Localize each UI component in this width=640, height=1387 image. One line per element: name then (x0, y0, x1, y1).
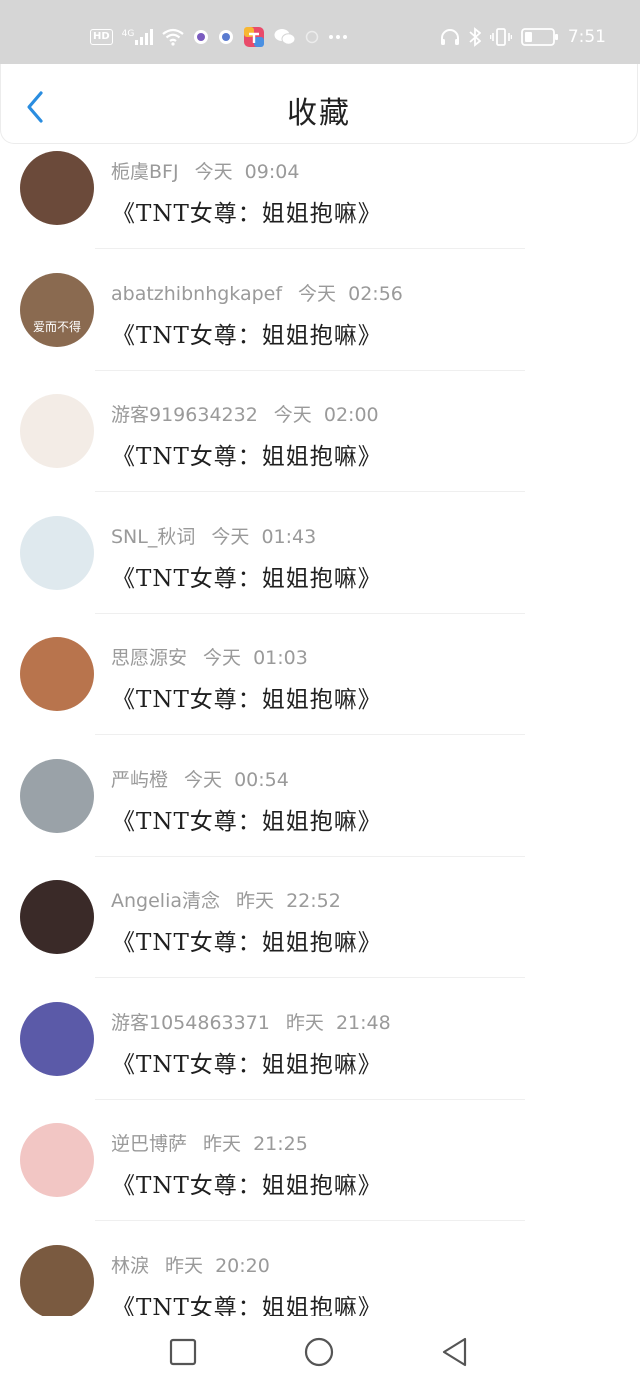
avatar[interactable] (20, 1244, 94, 1316)
item-meta: 逆巴博萨 昨天 21:25 (111, 1129, 308, 1156)
wifi-icon (162, 28, 185, 46)
username[interactable]: 逆巴博萨 (111, 1133, 187, 1155)
page-title: 收藏 (287, 96, 351, 131)
home-icon (304, 1337, 334, 1367)
username[interactable]: 严屿橙 (111, 769, 168, 791)
list-item[interactable]: 林淚 昨天 20:20 《TNT女尊：姐姐抱嘛》 (0, 1238, 640, 1317)
recent-apps-icon (169, 1338, 197, 1366)
timestamp: 昨天 20:20 (165, 1254, 270, 1277)
avatar[interactable] (20, 758, 94, 833)
list-item[interactable]: 游客919634232 今天 02:00 《TNT女尊：姐姐抱嘛》 (0, 387, 640, 509)
username[interactable]: 游客1054863371 (111, 1012, 270, 1034)
avatar[interactable] (20, 151, 94, 225)
item-meta: SNL_秋词 今天 01:43 (111, 522, 316, 549)
back-icon (442, 1337, 467, 1367)
message-text[interactable]: 《TNT女尊：姐姐抱嘛》 (112, 559, 382, 593)
list-item[interactable]: 爱而不得 abatzhibnhgkapef 今天 02:56 《TNT女尊：姐姐抱嘛》 (0, 266, 640, 388)
divider (95, 855, 525, 857)
battery-icon (520, 27, 559, 47)
divider (95, 369, 525, 371)
timestamp: 昨天 21:25 (203, 1133, 308, 1155)
vibrate-icon (489, 27, 512, 47)
list-item[interactable]: 栀虞BFJ 今天 09:04 《TNT女尊：姐姐抱嘛》 (0, 144, 640, 266)
list-item[interactable]: Angelia清念 昨天 22:52 《TNT女尊：姐姐抱嘛》 (0, 873, 640, 995)
divider (95, 1220, 525, 1221)
timestamp: 昨天 22:52 (236, 890, 341, 912)
top-header: 收藏 (0, 64, 638, 144)
list-item[interactable]: SNL_秋词 今天 01:43 《TNT女尊：姐姐抱嘛》 (0, 509, 640, 631)
divider (95, 491, 525, 492)
username[interactable]: 思愿源安 (111, 647, 187, 669)
item-meta: Angelia清念 昨天 22:52 (111, 886, 341, 913)
avatar[interactable] (20, 515, 94, 590)
timestamp: 昨天 21:48 (285, 1011, 391, 1034)
list-item[interactable]: 游客1054863371 昨天 21:48 《TNT女尊：姐姐抱嘛》 (0, 995, 640, 1117)
timestamp: 今天 02:56 (298, 282, 403, 305)
timestamp: 今天 01:43 (211, 525, 317, 548)
message-text[interactable]: 《TNT女尊：姐姐抱嘛》 (112, 802, 382, 836)
signal-icon: 4G (122, 29, 154, 45)
wechat-icon (274, 28, 296, 46)
item-meta: 思愿源安 今天 01:03 (111, 643, 308, 670)
username[interactable]: SNL_秋词 (111, 526, 195, 548)
app-icon (193, 29, 209, 45)
avatar-text: 爱而不得 (32, 319, 81, 334)
item-meta: 游客1054863371 昨天 21:48 (111, 1008, 391, 1035)
headphones-icon (440, 28, 460, 46)
message-text[interactable]: 《TNT女尊：姐姐抱嘛》 (112, 923, 382, 957)
username[interactable]: 游客919634232 (111, 404, 258, 426)
list-item[interactable]: 严屿橙 今天 00:54 《TNT女尊：姐姐抱嘛》 (0, 752, 640, 874)
hd-badge-icon: HD (90, 29, 113, 45)
clock: 7:51 (567, 27, 606, 47)
item-meta: abatzhibnhgkapef 今天 02:56 (111, 279, 403, 306)
username[interactable]: abatzhibnhgkapef (111, 283, 282, 305)
network-type: 4G (121, 29, 135, 39)
divider (95, 612, 525, 614)
avatar[interactable] (20, 1123, 94, 1197)
item-meta: 严屿橙 今天 00:54 (111, 765, 289, 792)
item-meta: 栀虞BFJ 今天 09:04 (111, 157, 299, 184)
avatar[interactable] (20, 394, 94, 468)
avatar[interactable]: 爱而不得 (20, 272, 94, 347)
status-bar: HD 4G 7:51 (0, 0, 640, 64)
timestamp: 今天 00:54 (184, 768, 289, 791)
system-nav-bar (0, 1316, 640, 1387)
list-item[interactable]: 逆巴博萨 昨天 21:25 《TNT女尊：姐姐抱嘛》 (0, 1116, 640, 1238)
recent-apps-button[interactable] (167, 1336, 199, 1368)
username[interactable]: Angelia清念 (111, 890, 220, 912)
timestamp: 今天 02:00 (273, 404, 379, 426)
item-meta: 林淚 昨天 20:20 (111, 1251, 270, 1278)
username[interactable]: 林淚 (111, 1255, 149, 1277)
avatar[interactable] (20, 880, 94, 954)
divider (95, 1098, 525, 1100)
message-text[interactable]: 《TNT女尊：姐姐抱嘛》 (112, 1045, 382, 1079)
message-text[interactable]: 《TNT女尊：姐姐抱嘛》 (112, 1288, 382, 1317)
message-text[interactable]: 《TNT女尊：姐姐抱嘛》 (112, 1166, 382, 1200)
divider (95, 977, 525, 978)
list-item[interactable]: 思愿源安 今天 01:03 《TNT女尊：姐姐抱嘛》 (0, 630, 640, 752)
item-meta: 游客919634232 今天 02:00 (111, 400, 379, 427)
bluetooth-icon (469, 27, 481, 47)
avatar[interactable] (20, 1001, 94, 1076)
message-text[interactable]: 《TNT女尊：姐姐抱嘛》 (112, 316, 382, 350)
status-left-icons: HD 4G (90, 24, 348, 50)
status-right-icons: 7:51 (440, 24, 606, 50)
home-button[interactable] (303, 1336, 335, 1368)
timestamp: 今天 01:03 (203, 647, 308, 669)
more-icon (328, 34, 348, 40)
message-text[interactable]: 《TNT女尊：姐姐抱嘛》 (112, 194, 382, 228)
app-icon (243, 26, 265, 48)
divider (95, 248, 525, 249)
message-text[interactable]: 《TNT女尊：姐姐抱嘛》 (112, 680, 382, 714)
message-text[interactable]: 《TNT女尊：姐姐抱嘛》 (112, 437, 382, 471)
username[interactable]: 栀虞BFJ (111, 161, 179, 183)
app-icon (218, 29, 234, 45)
timestamp: 今天 09:04 (194, 161, 300, 183)
avatar[interactable] (20, 637, 94, 711)
favorites-list: 栀虞BFJ 今天 09:04 《TNT女尊：姐姐抱嘛》 爱而不得 abatzhibnhg… (0, 144, 640, 1316)
back-nav-button[interactable] (439, 1336, 471, 1368)
app-icon (305, 30, 319, 44)
divider (95, 734, 525, 735)
